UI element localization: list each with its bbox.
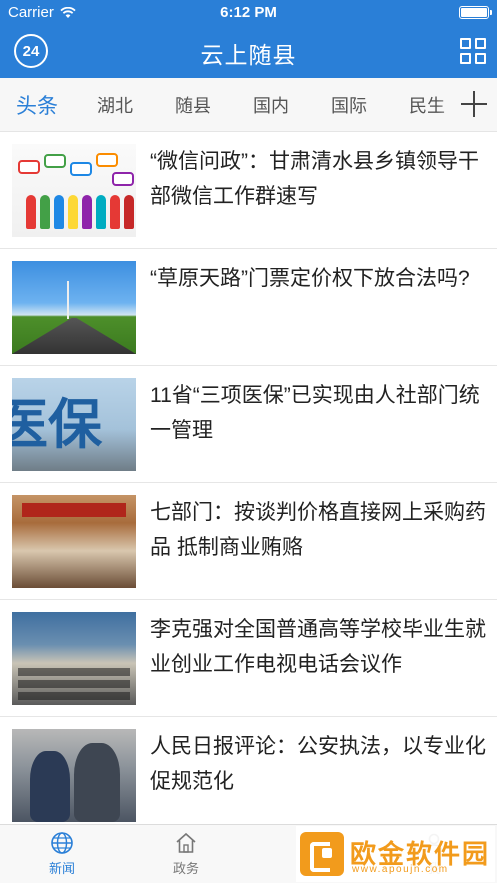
article-title: 11省“三项医保”已实现由人社部门统一管理 — [150, 384, 480, 442]
tabbar-government[interactable]: 政务 — [146, 831, 226, 877]
status-time: 6:12 PM — [220, 4, 277, 21]
nav-bar: 24 云上随县 — [0, 24, 497, 78]
list-item[interactable]: “微信问政”：甘肃清水县乡镇领导干部微信工作群速写 — [0, 132, 497, 249]
tab-hubei[interactable]: 湖北 — [97, 92, 133, 118]
article-thumbnail — [12, 495, 136, 588]
article-list: “微信问政”：甘肃清水县乡镇领导干部微信工作群速写 “草原天路”门票定价权下放合… — [0, 132, 497, 824]
tab-headline[interactable]: 头条 — [16, 90, 58, 120]
list-item[interactable]: 七部门：按谈判价格直接网上采购药品 抵制商业贿赂 — [0, 483, 497, 600]
channel-tabs: 头条 湖北 随县 国内 国际 民生 — [0, 78, 497, 132]
status-bar: Carrier 6:12 PM — [0, 0, 497, 24]
article-title: 七部门：按谈判价格直接网上采购药品 抵制商业贿赂 — [150, 501, 486, 559]
add-channel-icon[interactable] — [461, 91, 487, 117]
list-item[interactable]: “草原天路”门票定价权下放合法吗? — [0, 249, 497, 366]
list-item[interactable]: 人民日报评论：公安执法，以专业化促规范化 — [0, 717, 497, 824]
article-thumbnail — [12, 612, 136, 705]
article-title: “草原天路”门票定价权下放合法吗? — [150, 267, 470, 290]
grid-menu-icon[interactable] — [460, 38, 486, 64]
article-title: 李克强对全国普通高等学校毕业生就业创业工作电视电话会议作 — [150, 618, 486, 676]
article-thumbnail: 医保 — [12, 378, 136, 471]
watermark-url: www.apoujn.com — [352, 864, 449, 875]
home-icon — [176, 832, 196, 853]
article-thumbnail — [12, 261, 136, 354]
list-item[interactable]: 医保 11省“三项医保”已实现由人社部门统一管理 — [0, 366, 497, 483]
article-title: “微信问政”：甘肃清水县乡镇领导干部微信工作群速写 — [150, 150, 479, 208]
watermark: 欧金软件园 www.apoujn.com — [296, 826, 495, 882]
thumb-sign-text: 医保 — [12, 395, 102, 455]
tab-suixian[interactable]: 随县 — [175, 92, 211, 118]
tabbar-government-label: 政务 — [172, 861, 199, 876]
globe-icon — [51, 832, 73, 854]
app-title: 云上随县 — [200, 42, 297, 68]
tab-international[interactable]: 国际 — [331, 92, 367, 118]
article-title: 人民日报评论：公安执法，以专业化促规范化 — [150, 735, 486, 793]
tab-domestic[interactable]: 国内 — [253, 92, 289, 118]
article-thumbnail — [12, 729, 136, 822]
tabbar-news[interactable]: 新闻 — [22, 831, 102, 877]
article-thumbnail — [12, 144, 136, 237]
tabbar-news-label: 新闻 — [48, 861, 75, 876]
watermark-logo-icon — [300, 832, 344, 876]
list-item[interactable]: 李克强对全国普通高等学校毕业生就业创业工作电视电话会议作 — [0, 600, 497, 717]
battery-icon — [459, 6, 492, 19]
